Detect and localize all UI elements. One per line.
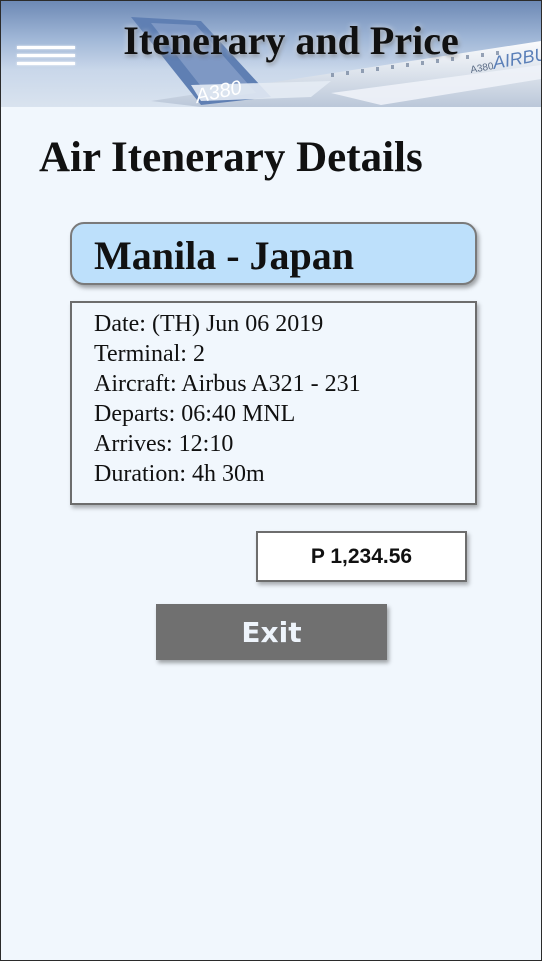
detail-arrives: Arrives: 12:10 [94,431,234,457]
exit-button[interactable]: Exit [156,604,387,660]
app-frame: A380 A380 AIRBUS Itenerary and Price Air… [0,0,542,961]
route-card: Manila - Japan [70,222,477,285]
detail-terminal: Terminal: 2 [94,341,205,367]
page-title: Air Itenerary Details [39,134,423,181]
menu-bar-middle [17,54,75,57]
price-display: P 1,234.56 [256,531,467,582]
detail-duration: Duration: 4h 30m [94,461,265,487]
header-banner: A380 A380 AIRBUS Itenerary and Price [1,1,541,107]
header-title: Itenerary and Price [123,18,459,63]
hamburger-menu-icon[interactable] [17,46,75,68]
menu-bar-bottom [17,62,75,65]
itinerary-details-box: Date: (TH) Jun 06 2019 Terminal: 2 Aircr… [70,301,477,505]
detail-aircraft: Aircraft: Airbus A321 - 231 [94,371,361,397]
detail-departs: Departs: 06:40 MNL [94,401,296,427]
detail-date: Date: (TH) Jun 06 2019 [94,311,324,337]
route-label: Manila - Japan [94,233,355,278]
menu-bar-top [17,46,75,49]
